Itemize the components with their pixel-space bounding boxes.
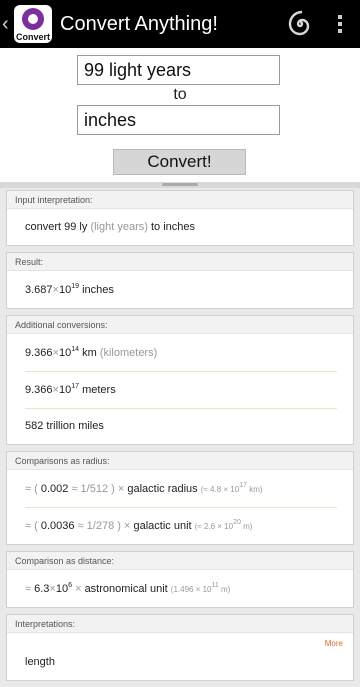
pod-row: 9.366×1014 km (kilometers)	[25, 346, 158, 359]
paren-close: )	[111, 483, 115, 495]
radius-ref: (≈ 2.6 × 10	[194, 522, 234, 531]
pod-row: ≈ ( 0.0036 ≈ 1/278 ) × galactic unit (≈ …	[7, 507, 353, 544]
radius-fraction: ≈ 1/512	[71, 483, 109, 495]
distance-ref-unit: m)	[221, 585, 231, 594]
distance-base: 10	[55, 583, 69, 595]
pod-title: Additional conversions:	[7, 316, 353, 334]
results-list: Input interpretation: convert 99 ly (lig…	[0, 190, 360, 687]
pod-row: 9.366×1017 meters	[7, 371, 353, 408]
app-logo-label: Convert	[15, 32, 50, 42]
distance-exponent: 6	[68, 582, 72, 589]
overflow-dot-icon	[338, 15, 342, 19]
pod-title: Interpretations:	[7, 615, 353, 633]
radius-label: galactic unit	[133, 520, 192, 532]
approx-sign: ≈	[25, 483, 32, 495]
pod-title: Comparisons as radius:	[7, 452, 353, 470]
back-chevron-icon[interactable]: ‹	[2, 0, 10, 48]
wolfram-spiral-button[interactable]	[280, 4, 320, 44]
km-exponent: 14	[71, 346, 80, 353]
radius-ref-unit: m)	[243, 522, 253, 531]
pod-comparison-distance: Comparison as distance: ≈ 6.3×106 × astr…	[6, 551, 354, 608]
overflow-menu-button[interactable]	[320, 4, 360, 44]
km-paren: (kilometers)	[99, 347, 158, 359]
result-unit: inches	[82, 284, 114, 296]
spiral-icon	[288, 10, 310, 36]
to-input[interactable]	[77, 105, 280, 135]
pod-row: 3.687×1019 inches	[7, 271, 353, 308]
paren-open: (	[34, 520, 38, 532]
radius-ref: (≈ 4.8 × 10	[200, 485, 240, 494]
input-panel: to Convert!	[0, 48, 360, 182]
drag-handle-icon[interactable]	[162, 183, 198, 186]
panel-divider[interactable]	[0, 182, 360, 188]
result-base: 10	[58, 284, 72, 296]
interp-paren: (light years)	[90, 221, 148, 233]
radius-ref-exponent: 20	[233, 519, 241, 526]
pod-comparisons-radius: Comparisons as radius: ≈ ( 0.002 ≈ 1/512…	[6, 451, 354, 545]
to-label: to	[173, 86, 187, 103]
km-base: 10	[58, 347, 72, 359]
action-bar: ‹ Convert Convert Anything!	[0, 0, 360, 48]
m-exponent: 17	[71, 383, 80, 390]
radius-ref-unit: km)	[249, 485, 263, 494]
pod-input-interpretation: Input interpretation: convert 99 ly (lig…	[6, 190, 354, 246]
distance-ref-exponent: 11	[211, 582, 219, 589]
radius-value: 0.002	[40, 483, 69, 495]
interp-prefix: convert 99 ly	[25, 221, 88, 233]
radius-label: galactic radius	[127, 483, 198, 495]
pod-interpretations: Interpretations: More length	[6, 614, 354, 681]
radius-value: 0.0036	[40, 520, 75, 532]
pod-row: length	[7, 648, 353, 680]
radius-ref-exponent: 17	[239, 482, 247, 489]
pod-row: convert 99 ly (light years) to inches	[7, 209, 353, 245]
pod-result: Result: 3.687×1019 inches	[6, 252, 354, 309]
paren-close: )	[117, 520, 121, 532]
miles-value: 582 trillion miles	[25, 420, 104, 432]
paren-open: (	[34, 483, 38, 495]
result-mantissa: 3.687	[25, 284, 53, 296]
approx-sign: ≈	[25, 520, 32, 532]
pod-row: 582 trillion miles	[7, 408, 353, 444]
interpretation-item[interactable]: length	[25, 656, 55, 668]
overflow-dot-icon	[338, 29, 342, 33]
distance-label: astronomical unit	[84, 583, 168, 595]
pod-title: Result:	[7, 253, 353, 271]
from-input[interactable]	[77, 55, 280, 85]
pod-title: Comparison as distance:	[7, 552, 353, 570]
km-unit: km	[82, 347, 97, 359]
pod-title: Input interpretation:	[7, 191, 353, 209]
pod-row: ≈ ( 0.002 ≈ 1/512 ) × galactic radius (≈…	[7, 470, 353, 507]
radius-fraction: ≈ 1/278	[77, 520, 115, 532]
km-mantissa: 9.366	[25, 347, 53, 359]
distance-mantissa: 6.3	[34, 583, 50, 595]
overflow-dot-icon	[338, 22, 342, 26]
interp-suffix: to inches	[150, 221, 195, 233]
result-exponent: 19	[71, 283, 80, 290]
distance-ref: (1.496 × 10	[170, 585, 212, 594]
times-sign: ×	[75, 583, 82, 595]
pod-row: ≈ 6.3×106 × astronomical unit (1.496 × 1…	[7, 570, 353, 607]
times-sign: ×	[123, 520, 131, 532]
convert-button[interactable]: Convert!	[113, 149, 246, 175]
m-mantissa: 9.366	[25, 384, 53, 396]
app-logo-icon[interactable]: Convert	[14, 5, 52, 43]
m-unit: meters	[82, 384, 116, 396]
times-sign: ×	[117, 483, 125, 495]
m-base: 10	[58, 384, 72, 396]
app-title: Convert Anything!	[60, 12, 218, 35]
approx-sign: ≈	[25, 583, 32, 595]
more-link[interactable]: More	[7, 633, 353, 648]
pod-additional-conversions: Additional conversions: 9.366×1014 km (k…	[6, 315, 354, 445]
